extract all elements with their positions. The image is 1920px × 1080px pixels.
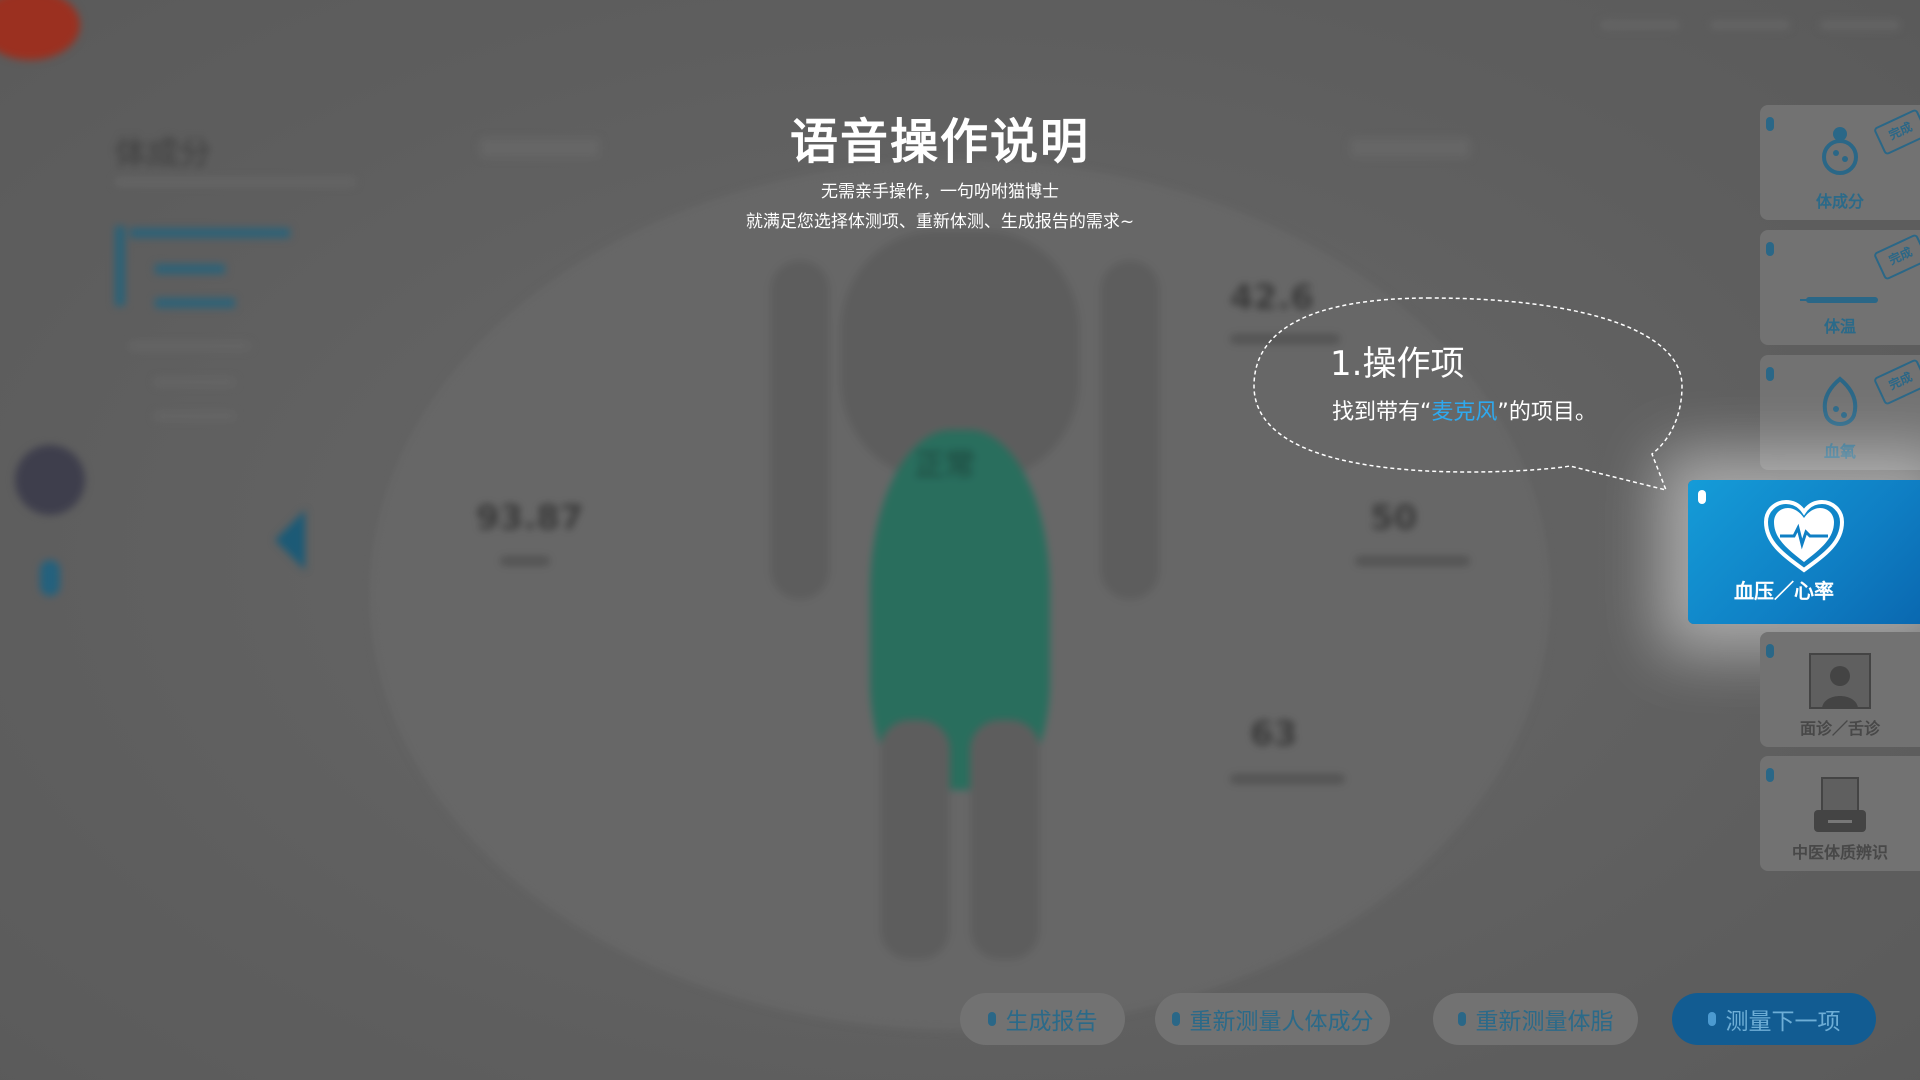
mic-icon [1766, 644, 1774, 658]
sidebar-item-label: 中医体质辨识 [1791, 843, 1888, 862]
measure-next-label: 测量下一项 [1725, 1009, 1841, 1035]
mic-icon [1766, 768, 1774, 782]
sidebar-item-temperature[interactable]: 体温 完成 [1760, 230, 1920, 345]
generate-report-label: 生成报告 [1005, 1009, 1098, 1035]
sidebar-item-blood-oxygen[interactable]: 血氧 完成 [1760, 355, 1920, 470]
completed-stamp: 完成 [1872, 108, 1920, 156]
measure-next-button[interactable]: 测量下一项 [1672, 993, 1876, 1045]
heart-pulse-icon [1762, 498, 1846, 578]
blood-oxygen-icon [1818, 375, 1862, 440]
mic-icon [1457, 1012, 1466, 1026]
overlay-line-2: 就满足您选择体测项、重新体测、生成报告的需求~ [745, 212, 1135, 232]
generate-report-button[interactable]: 生成报告 [960, 993, 1125, 1045]
completed-stamp: 完成 [1872, 233, 1920, 281]
sidebar-item-blood-pressure-heart-rate[interactable]: 血压／心率 [1688, 480, 1920, 624]
bubble-text-after: ”的项目。 [1497, 400, 1597, 425]
speech-bubble: 1.操作项 找到带有“麦克风”的项目。 [1250, 296, 1690, 492]
mic-icon [1766, 367, 1774, 381]
bubble-highlight-microphone: 麦克风 [1431, 400, 1498, 425]
tcm-printer-icon [1810, 776, 1870, 845]
sidebar-item-label: 面诊／舌诊 [1799, 719, 1880, 738]
mic-icon [1766, 117, 1774, 131]
body-composition-icon [1818, 125, 1862, 186]
sidebar-item-face-tongue[interactable]: 面诊／舌诊 [1760, 632, 1920, 747]
mic-icon [1171, 1012, 1180, 1026]
thermometer-icon [1800, 275, 1880, 315]
overlay-line-1: 无需亲手操作，一句吩咐猫博士 [821, 182, 1059, 202]
overlay-title: 语音操作说明 [789, 114, 1090, 170]
bubble-heading: 1.操作项 [1330, 344, 1465, 384]
remeasure-body-fat-label: 重新测量体脂 [1475, 1009, 1614, 1035]
sidebar-item-label: 血氧 [1823, 442, 1856, 461]
mic-icon [987, 1012, 996, 1026]
bubble-text-before: 找到带有“ [1332, 400, 1432, 425]
completed-stamp: 完成 [1872, 358, 1920, 406]
mic-icon [1707, 1012, 1716, 1026]
sidebar-item-label: 体温 [1823, 317, 1856, 336]
sidebar-item-label: 血压／心率 [1734, 579, 1834, 603]
remeasure-body-fat-button[interactable]: 重新测量体脂 [1433, 993, 1638, 1045]
sidebar-item-body-composition[interactable]: 体成分 完成 [1760, 105, 1920, 220]
bubble-text: 找到带有“麦克风”的项目。 [1332, 394, 1597, 426]
mic-icon [1766, 242, 1774, 256]
face-scan-icon [1808, 652, 1872, 719]
sidebar-item-label: 体成分 [1815, 192, 1864, 211]
remeasure-body-composition-label: 重新测量人体成分 [1189, 1009, 1374, 1035]
sidebar-item-tcm[interactable]: 中医体质辨识 [1760, 756, 1920, 871]
remeasure-body-composition-button[interactable]: 重新测量人体成分 [1155, 993, 1390, 1045]
mic-icon [1698, 490, 1706, 504]
